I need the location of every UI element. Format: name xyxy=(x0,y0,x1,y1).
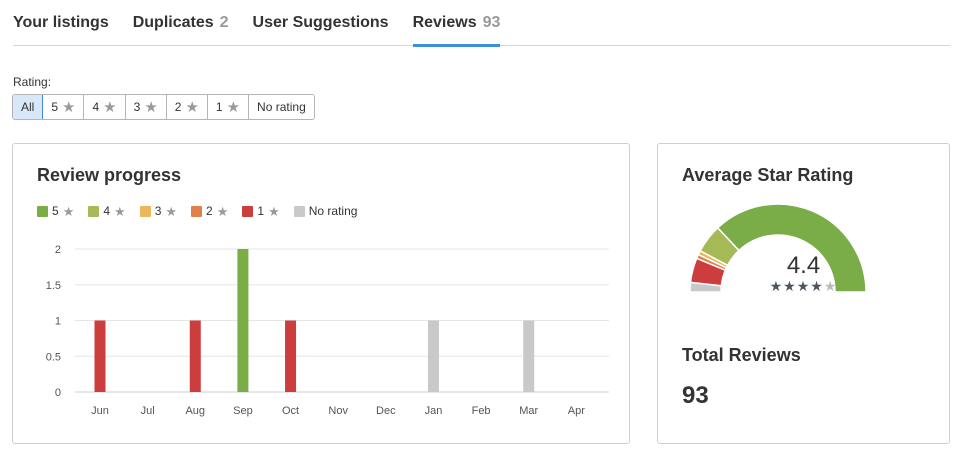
rating-filter-2[interactable]: 2 ★ xyxy=(166,95,208,119)
rating-filter-1[interactable]: 1 ★ xyxy=(207,95,250,119)
average-rating-value: 4.4 xyxy=(786,252,821,279)
rating-filter-all[interactable]: All xyxy=(12,95,44,119)
rating-option-label: 4 xyxy=(92,100,100,114)
x-tick-label: Mar xyxy=(519,405,538,417)
x-tick-label: Dec xyxy=(376,405,396,417)
star-icon: ★ xyxy=(185,98,199,116)
tab-label: User Suggestions xyxy=(252,14,389,31)
rating-filter-no-rating[interactable]: No rating xyxy=(249,95,314,119)
tab-your-listings[interactable]: Your listings xyxy=(13,0,109,46)
rating-option-label: No rating xyxy=(257,100,306,114)
star-icon: ★ xyxy=(62,98,76,116)
rating-filter-3[interactable]: 3 ★ xyxy=(125,95,167,119)
rating-option-label: 2 xyxy=(174,100,182,114)
rating-filter: All 5 ★ 4 ★ 3 ★ 2 ★ 1 ★ No rating xyxy=(12,94,315,120)
rating-gauge xyxy=(689,203,867,293)
average-rating-card: Average Star Rating 4.4 ★★★★★ Total Revi… xyxy=(657,143,950,444)
rating-option-label: 3 xyxy=(133,100,141,114)
tab-count: 2 xyxy=(219,14,229,31)
star-icon: ★ xyxy=(144,98,158,116)
y-tick-label: 0.5 xyxy=(46,351,61,363)
rating-option-label: All xyxy=(21,100,35,114)
x-tick-label: Jan xyxy=(425,405,443,417)
rating-filter-label: Rating: xyxy=(13,75,52,89)
total-reviews-title: Total Reviews xyxy=(682,345,801,365)
star-icon: ★ xyxy=(783,278,797,294)
star-icon: ★ xyxy=(226,98,241,116)
review-progress-chart: 0 0.5 1 1.5 2 Jun Jul Aug Sep Oct Nov Dec Jan Feb Mar A… xyxy=(46,244,609,417)
y-tick-label: 2 xyxy=(55,244,61,256)
tab-user-suggestions[interactable]: User Suggestions xyxy=(253,0,389,46)
x-tick-label: Jul xyxy=(141,405,155,417)
x-tick-label: Aug xyxy=(185,405,205,417)
star-icon: ★ xyxy=(796,278,811,294)
tab-bar: Your listings Duplicates 2 User Suggesti… xyxy=(13,0,950,47)
total-reviews-value: 93 xyxy=(682,382,709,409)
rating-filter-4[interactable]: 4 ★ xyxy=(84,95,126,119)
y-tick-label: 1 xyxy=(55,316,61,328)
bar[interactable] xyxy=(94,320,106,393)
bar[interactable] xyxy=(189,320,201,393)
bar[interactable] xyxy=(427,320,439,393)
review-progress-card: Review progress 5 ★ 4 ★ 3 ★ 2 ★ 1 ★ No r… xyxy=(12,143,630,444)
x-tick-label: Jun xyxy=(91,405,109,417)
x-tick-label: Nov xyxy=(328,405,348,417)
x-tick-label: Oct xyxy=(282,405,299,417)
star-icon: ★ xyxy=(103,98,117,116)
tab-reviews[interactable]: Reviews 93 xyxy=(412,0,501,47)
y-tick-label: 1.5 xyxy=(46,280,61,292)
tab-duplicates[interactable]: Duplicates 2 xyxy=(133,0,229,46)
bar[interactable] xyxy=(285,320,297,393)
bar[interactable] xyxy=(523,320,535,393)
star-icon: ★ xyxy=(823,278,838,294)
tab-label: Reviews xyxy=(412,14,477,31)
rating-option-label: 1 xyxy=(215,100,223,114)
rating-option-label: 5 xyxy=(51,100,59,114)
average-rating-stars: ★★★★★ xyxy=(658,278,949,295)
bar[interactable] xyxy=(237,249,249,392)
tab-label: Your listings xyxy=(13,14,109,31)
x-tick-label: Feb xyxy=(472,405,491,417)
tab-label: Duplicates xyxy=(132,14,214,31)
star-icon: ★ xyxy=(810,278,824,294)
star-icon: ★ xyxy=(769,278,784,294)
tab-count: 93 xyxy=(482,14,501,31)
y-tick-label: 0 xyxy=(55,387,61,399)
x-tick-label: Sep xyxy=(233,405,253,417)
x-tick-label: Apr xyxy=(568,405,585,417)
rating-filter-5[interactable]: 5 ★ xyxy=(43,95,85,119)
